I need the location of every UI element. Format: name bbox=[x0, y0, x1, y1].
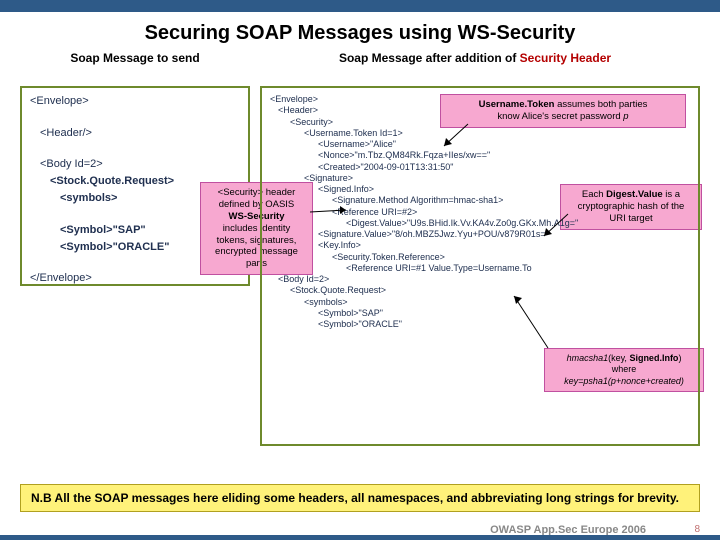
xml-line: <Symbol>"ORACLE" bbox=[270, 319, 690, 330]
bottom-bar bbox=[0, 535, 720, 540]
slide: Securing SOAP Messages using WS-Security… bbox=[0, 12, 720, 540]
xml-line: <Key.Info> bbox=[270, 240, 690, 251]
right-heading-b: Security Header bbox=[520, 51, 611, 65]
xml-line: <Envelope> bbox=[270, 94, 690, 105]
xml-line: <Symbol>"SAP" bbox=[270, 308, 690, 319]
xml-line: <Security> bbox=[270, 117, 690, 128]
note-box: N.B All the SOAP messages here eliding s… bbox=[20, 484, 700, 512]
xml-line: <Signature.Method Algorithm=hmac-sha1> bbox=[270, 195, 690, 206]
xml-line: <Envelope> bbox=[30, 94, 240, 109]
page-number: 8 bbox=[694, 524, 700, 535]
note-text: N.B All the SOAP messages here eliding s… bbox=[31, 491, 679, 505]
xml-line: <Username.Token Id=1> bbox=[270, 128, 690, 139]
column-headings: Soap Message to send Soap Message after … bbox=[0, 51, 720, 69]
xml-line: <Signature> bbox=[270, 173, 690, 184]
xml-line: <Stock.Quote.Request> bbox=[270, 285, 690, 296]
page-title: Securing SOAP Messages using WS-Security bbox=[0, 12, 720, 51]
right-xml-box: <Envelope> <Header> <Security> <Username… bbox=[260, 86, 700, 446]
xml-line: <Created>"2004-09-01T13:31:50" bbox=[270, 162, 690, 173]
xml-line: <Reference URI=#1 Value.Type=Username.To bbox=[270, 263, 690, 274]
xml-line: <Signature.Value>"8/oh.MBZ5Jwz.Yyu+POU/v… bbox=[270, 229, 690, 240]
right-heading-a: Soap Message after addition of bbox=[339, 51, 520, 65]
xml-line: <Username>"Alice" bbox=[270, 139, 690, 150]
xml-line: <Nonce>"m.Tbz.QM84Rk.Fqza+IIes/xw==" bbox=[270, 150, 690, 161]
xml-line: <symbols> bbox=[270, 297, 690, 308]
top-bar bbox=[0, 0, 720, 12]
xml-line: <Body Id=2> bbox=[270, 274, 690, 285]
right-heading: Soap Message after addition of Security … bbox=[250, 51, 700, 65]
xml-line: <Header/> bbox=[30, 126, 240, 141]
xml-line: <Header> bbox=[270, 105, 690, 116]
xml-line: <Reference URI=#2> bbox=[270, 207, 690, 218]
xml-line: <Signed.Info> bbox=[270, 184, 690, 195]
left-heading: Soap Message to send bbox=[20, 51, 250, 65]
xml-line: <Body Id=2> bbox=[30, 157, 240, 172]
xml-line: <Security.Token.Reference> bbox=[270, 252, 690, 263]
xml-line: <Digest.Value>"U9s.BHid.Ik.Vv.KA4v.Zo0g.… bbox=[270, 218, 690, 229]
